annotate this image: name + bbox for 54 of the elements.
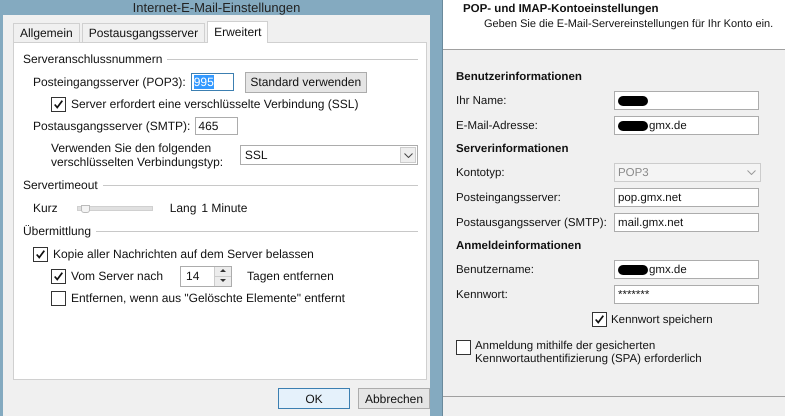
field-label: Tagen entfernen [247,269,334,283]
checkbox[interactable] [592,312,607,327]
field-label: Benutzername: [456,264,535,276]
dialog-button[interactable]: Abbrechen [358,388,430,409]
spin-up-button[interactable] [215,266,232,276]
caret-icon [400,147,416,163]
group-heading: Serveranschlussnummern [23,52,162,66]
port-field[interactable]: 465 [195,117,238,135]
slider-track[interactable] [76,206,153,210]
slider-reading: 1 Minute [201,201,248,215]
tab[interactable]: Postausgangsserver [82,23,206,42]
field-label: Kontotyp: [456,166,506,178]
checkbox-label: Kopie aller Nachrichten auf dem Server belassen [53,247,314,261]
text-field[interactable]: gmx.de [614,116,759,135]
text-field[interactable]: gmx.de [614,260,759,279]
checkbox[interactable] [51,96,66,112]
slider-min-label: Kurz [33,201,58,215]
field-label: Ihr Name: [456,94,508,106]
number-spinner[interactable]: 14 [180,266,232,286]
checkbox[interactable] [51,268,66,284]
checkbox-label: Entfernen, wenn aus "Gelöschte Elemente" entfernt [71,291,346,305]
field-label: Verwenden Sie den folgenden verschlüsselten Verbindungstyp: [51,141,224,169]
checkbox-label: Kennwort speichern [611,314,713,326]
text-field[interactable]: ******* [614,285,759,304]
tab[interactable]: Allgemein [13,23,80,42]
slider-thumb[interactable] [81,204,90,212]
checkbox[interactable] [51,290,66,306]
field-label: Kennwort: [456,288,509,300]
field-label: Postausgangsserver (SMTP): [456,216,608,228]
field-label: Postausgangsserver (SMTP): [33,119,190,133]
text-field[interactable]: mail.gmx.net [614,213,759,232]
group-heading: Übermittlung [23,224,92,238]
field-label: E-Mail-Adresse: [456,120,539,132]
dialog-subtitle: Geben Sie die E-Mail-Servereinstellungen für Ihr Konto ein. [483,17,774,32]
text-field[interactable]: pop.gmx.net [614,188,759,207]
tab[interactable]: Erweitert [207,21,268,43]
slider-max-label: Lang [170,201,196,215]
section-heading: Benutzerinformationen [456,70,583,85]
checkbox[interactable] [456,340,471,355]
field-label: Posteingangsserver: [456,192,562,204]
section-heading: Serverinformationen [456,142,570,157]
default-button[interactable]: Standard verwenden [244,72,367,92]
dropdown[interactable]: SSL [240,145,418,165]
checkbox-label: Anmeldung mithilfe der gesicherten Kennwortauthentifizierung (SPA) erforderlich [475,340,703,366]
checkbox-label: Server erfordert eine verschlüsselte Verbindung (SSL) [71,97,358,111]
dialog-button[interactable]: OK [278,388,350,409]
section-heading: Anmeldeinformationen [456,239,582,254]
group-heading: Servertimeout [23,178,98,192]
window-title: Internet-E-Mail-Einstellungen [3,0,430,15]
text-field[interactable] [614,91,759,110]
checkbox[interactable] [33,246,48,262]
dialog-heading: POP- und IMAP-Kontoeinstellungen [463,2,660,17]
field-label: Posteingangsserver (POP3): [33,75,186,89]
checkbox-label: Vom Server nach [71,269,164,283]
